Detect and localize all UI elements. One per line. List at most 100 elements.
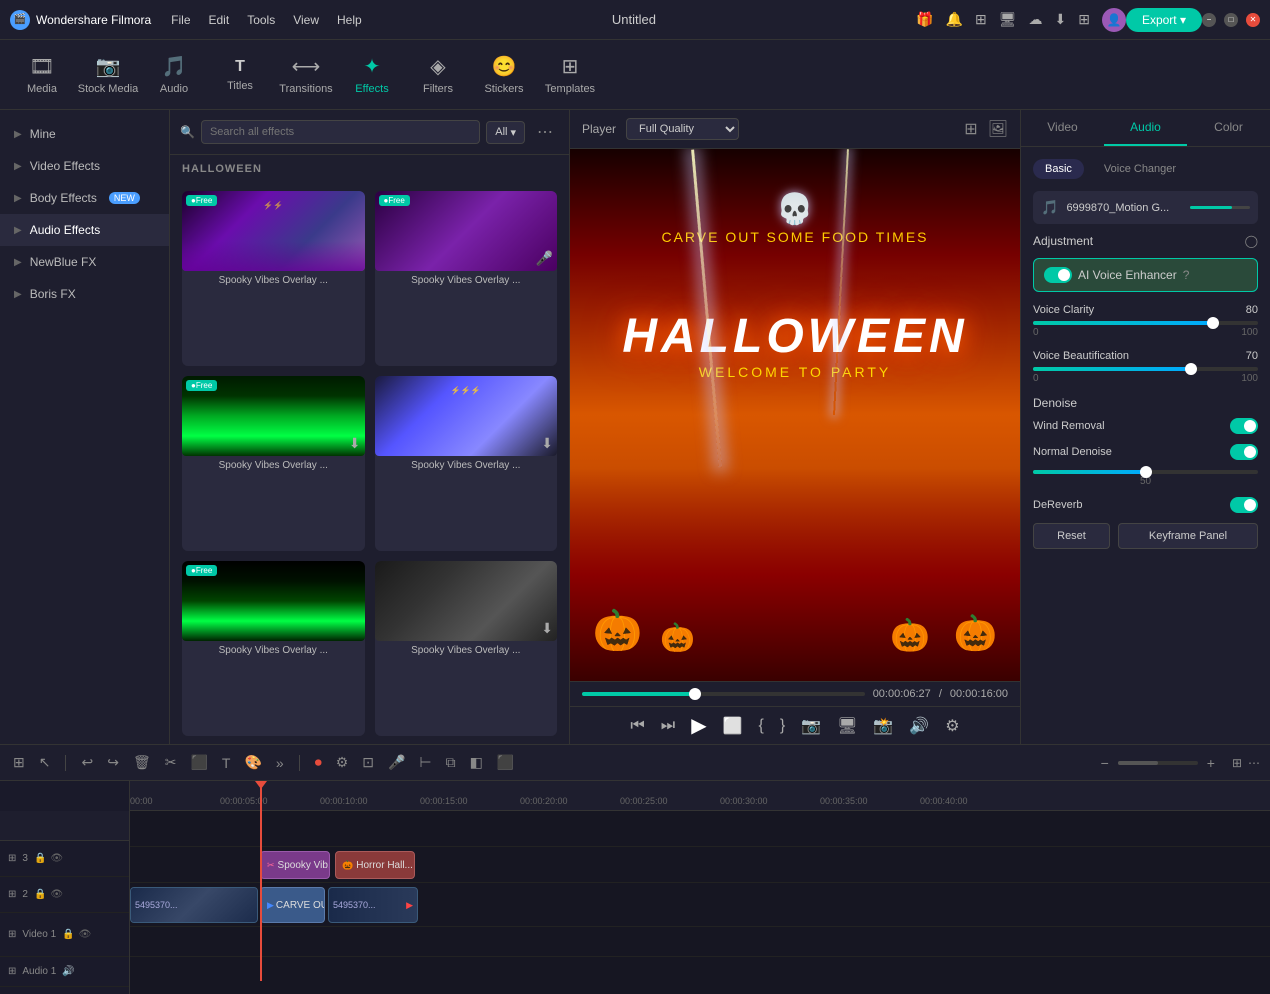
menu-edit[interactable]: Edit	[209, 13, 230, 27]
effect-card[interactable]: 🎤 ●Free Spooky Vibes Overlay ...	[375, 191, 558, 366]
play-button[interactable]: ▶	[691, 713, 706, 738]
text-button[interactable]: T	[219, 752, 234, 774]
mosaic-button[interactable]: ⬛	[494, 751, 517, 774]
select-button[interactable]: ↖	[36, 751, 54, 774]
eye-icon[interactable]: 👁	[79, 929, 92, 940]
overlay-button[interactable]: ⧉	[443, 751, 459, 774]
stop-button[interactable]: ⬜	[723, 716, 743, 736]
sidebar-item-audio-effects[interactable]: ▶ Audio Effects	[0, 214, 169, 246]
monitor-icon[interactable]: 🖥	[999, 11, 1017, 28]
tab-audio[interactable]: Audio	[1104, 110, 1187, 146]
more-tl-button[interactable]: »	[273, 752, 287, 774]
grid-view-icon[interactable]: ⊞	[964, 119, 977, 139]
menu-file[interactable]: File	[171, 13, 190, 27]
composite-button[interactable]: ◧	[467, 751, 486, 774]
tool-stickers[interactable]: 😊 Stickers	[472, 45, 536, 105]
voice-clarity-slider[interactable]	[1033, 321, 1258, 325]
clip-video-2[interactable]: 5495370... ▶	[328, 887, 418, 923]
progress-handle[interactable]	[689, 688, 701, 700]
settings-button[interactable]: ⚙	[945, 716, 959, 736]
screenshot-button[interactable]: 📸	[873, 716, 893, 736]
sidebar-item-video-effects[interactable]: ▶ Video Effects	[0, 150, 169, 182]
eye-icon[interactable]: 👁	[50, 889, 63, 900]
more-options-button[interactable]: ⋯	[531, 120, 559, 144]
sidebar-item-body-effects[interactable]: ▶ Body Effects NEW	[0, 182, 169, 214]
menu-view[interactable]: View	[293, 13, 319, 27]
slider-handle[interactable]	[1207, 317, 1219, 329]
effect-card[interactable]: ⬇ Spooky Vibes Overlay ...	[375, 561, 558, 736]
bell-icon[interactable]: 🔔	[946, 11, 963, 28]
apps-icon[interactable]: ⊞	[1078, 11, 1090, 28]
slider-handle[interactable]	[1140, 466, 1152, 478]
voiceover-button[interactable]: 🎤	[385, 751, 408, 774]
zoom-out-button[interactable]: −	[1098, 752, 1112, 774]
delete-button[interactable]: 🗑	[130, 751, 154, 774]
sidebar-item-boris-fx[interactable]: ▶ Boris FX	[0, 278, 169, 310]
keyframe-panel-button[interactable]: Keyframe Panel	[1118, 523, 1258, 549]
voice-beautification-slider[interactable]	[1033, 367, 1258, 371]
zoom-in-button[interactable]: +	[1204, 752, 1218, 774]
tool-filters[interactable]: ◈ Filters	[406, 45, 470, 105]
effects-tl-button[interactable]: ⚙	[333, 751, 352, 774]
search-input[interactable]	[201, 120, 480, 144]
transition-tl-button[interactable]: ⊡	[359, 751, 377, 774]
track-volume-slider[interactable]	[1190, 206, 1250, 209]
grid-icon[interactable]: ⊞	[1232, 756, 1242, 770]
split-button[interactable]: ⊢	[416, 751, 434, 774]
volume-icon[interactable]: 🔊	[62, 966, 74, 977]
cloud-icon[interactable]: ☁	[1028, 11, 1042, 28]
eye-icon[interactable]: 👁	[50, 853, 63, 864]
effect-card[interactable]: ●Free Spooky Vibes Overlay ...	[182, 561, 365, 736]
ai-enhancer-toggle[interactable]	[1044, 267, 1072, 283]
effect-card[interactable]: ⚡⚡⚡ ⬇ Spooky Vibes Overlay ...	[375, 376, 558, 551]
snap-button[interactable]: ⊞	[10, 751, 28, 774]
reset-button[interactable]: Reset	[1033, 523, 1110, 549]
menu-help[interactable]: Help	[337, 13, 362, 27]
sub-tab-voice-changer[interactable]: Voice Changer	[1092, 159, 1188, 179]
menu-tools[interactable]: Tools	[247, 13, 275, 27]
undo-button[interactable]: ↩	[78, 751, 96, 774]
rewind-button[interactable]: ⏮	[630, 717, 644, 735]
sub-tab-basic[interactable]: Basic	[1033, 159, 1084, 179]
tool-effects[interactable]: ✦ Effects	[340, 45, 404, 105]
tab-color[interactable]: Color	[1187, 110, 1270, 146]
quality-select[interactable]: Full Quality Half Quality Quarter Qualit…	[626, 118, 739, 140]
record-button[interactable]: ⏺	[312, 751, 325, 774]
progress-bar[interactable]	[582, 692, 865, 696]
normal-denoise-slider[interactable]	[1033, 470, 1258, 474]
filter-button[interactable]: All ▾	[486, 121, 525, 144]
dereverb-toggle[interactable]	[1230, 497, 1258, 513]
clip-horror[interactable]: 🎃 Horror Hall...	[335, 851, 415, 879]
effect-card[interactable]: ⚡⚡ ●Free Spooky Vibes Overlay ...	[182, 191, 365, 366]
tool-media[interactable]: 🎞 Media	[10, 45, 74, 105]
monitor-btn[interactable]: 🖥	[837, 716, 857, 736]
wind-removal-toggle[interactable]	[1230, 418, 1258, 434]
cut-button[interactable]: ✂	[162, 751, 180, 774]
download-icon2[interactable]: ⬇	[1054, 11, 1066, 28]
tool-titles[interactable]: T Titles	[208, 45, 272, 105]
picture-icon[interactable]: 🖼	[988, 119, 1008, 139]
clip-video-1[interactable]: 5495370...	[130, 887, 258, 923]
volume-slider[interactable]	[1190, 206, 1250, 209]
minimize-button[interactable]: −	[1202, 13, 1216, 27]
slider-handle[interactable]	[1185, 363, 1197, 375]
paint-button[interactable]: 🎨	[241, 751, 264, 774]
tab-video[interactable]: Video	[1021, 110, 1104, 146]
lock-icon[interactable]: 🔒	[62, 929, 74, 940]
export-button[interactable]: Export ▾	[1126, 8, 1202, 32]
camera-button[interactable]: 📷	[801, 716, 821, 736]
lock-icon[interactable]: 🔒	[34, 853, 46, 864]
tool-templates[interactable]: ⊞ Templates	[538, 45, 602, 105]
normal-denoise-toggle[interactable]	[1230, 444, 1258, 460]
mark-in-button[interactable]: {	[759, 717, 764, 735]
tool-audio[interactable]: 🎵 Audio	[142, 45, 206, 105]
gift-icon[interactable]: 🎁	[916, 11, 933, 28]
help-icon[interactable]: ?	[1183, 268, 1190, 282]
clip-carve[interactable]: ▶ CARVE OUT...	[260, 887, 325, 923]
avatar[interactable]: 👤	[1102, 8, 1126, 32]
tool-transitions[interactable]: ⟷ Transitions	[274, 45, 338, 105]
adjustment-collapse-icon[interactable]: ◯	[1245, 234, 1258, 248]
volume-button[interactable]: 🔊	[909, 716, 929, 736]
effect-card[interactable]: ⬇ ●Free Spooky Vibes Overlay ...	[182, 376, 365, 551]
more-zoom-icon[interactable]: ⋯	[1248, 756, 1260, 770]
